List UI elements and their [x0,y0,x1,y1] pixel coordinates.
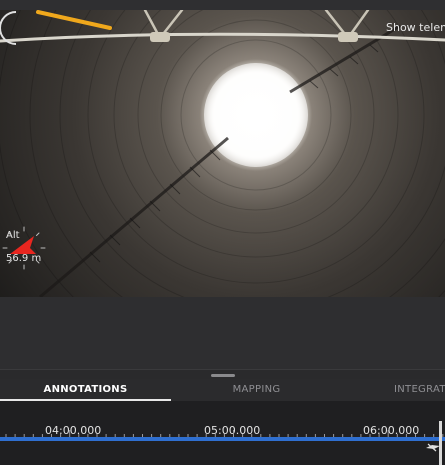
video-lower-area [0,297,445,369]
video-frame [0,10,445,297]
app-window: Show telem Alt 56.9 m ANNOTATIONS MAPPIN [0,0,445,465]
right-gauge-icon [0,11,17,45]
panel-resize-handle[interactable] [211,374,235,377]
tab-integrations[interactable]: INTEGRATIO [342,379,445,401]
tab-annotations[interactable]: ANNOTATIONS [0,379,171,401]
panel-tabs: ANNOTATIONS MAPPING INTEGRATIO [0,379,445,401]
timeline-track[interactable] [0,437,445,441]
video-viewport[interactable]: Show telem Alt 56.9 m [0,10,445,297]
panel-divider [0,369,445,370]
top-strip [0,0,445,10]
tab-mapping[interactable]: MAPPING [171,379,342,401]
compass-icon [2,226,46,270]
heading-arrow-icon [10,236,36,254]
drone-icon [426,443,440,452]
show-telemetry-toggle[interactable]: Show telem [386,21,445,34]
